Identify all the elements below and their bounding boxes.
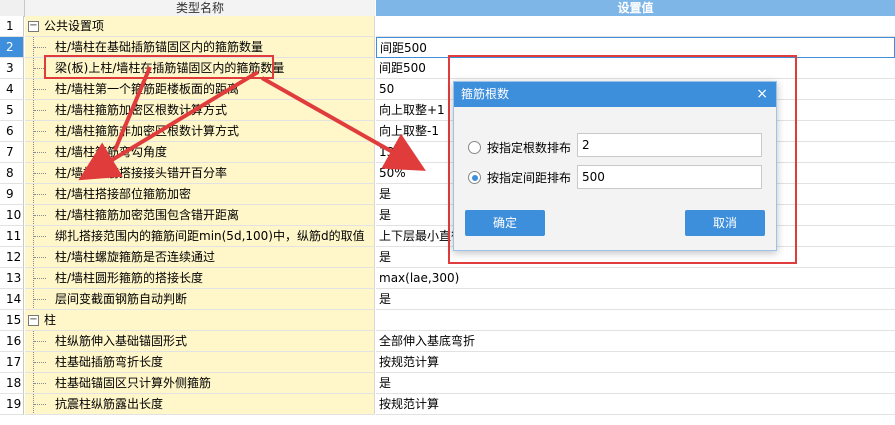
radio-by-count[interactable] [468, 141, 481, 154]
ok-button[interactable]: 确定 [465, 210, 545, 236]
option-by-spacing-label[interactable]: 按指定间距排布 [487, 169, 571, 186]
arrow-line-1 [113, 66, 152, 151]
spacing-input[interactable]: 500 [577, 165, 762, 189]
cancel-button[interactable]: 取消 [685, 210, 765, 236]
option-by-count-label[interactable]: 按指定根数排布 [487, 139, 571, 156]
close-icon[interactable]: × [756, 82, 768, 107]
radio-by-spacing[interactable] [468, 171, 481, 184]
dialog-titlebar: 箍筋根数 × [454, 82, 776, 107]
dialog-title: 箍筋根数 [461, 87, 510, 101]
stirrup-count-dialog: 箍筋根数 × 按指定根数排布 2 按指定间距排布 500 确定 取消 [453, 81, 777, 251]
arrow-right [261, 76, 426, 171]
arrow-left [78, 70, 260, 181]
count-input[interactable]: 2 [577, 133, 762, 157]
radio-selected-dot [471, 174, 478, 181]
